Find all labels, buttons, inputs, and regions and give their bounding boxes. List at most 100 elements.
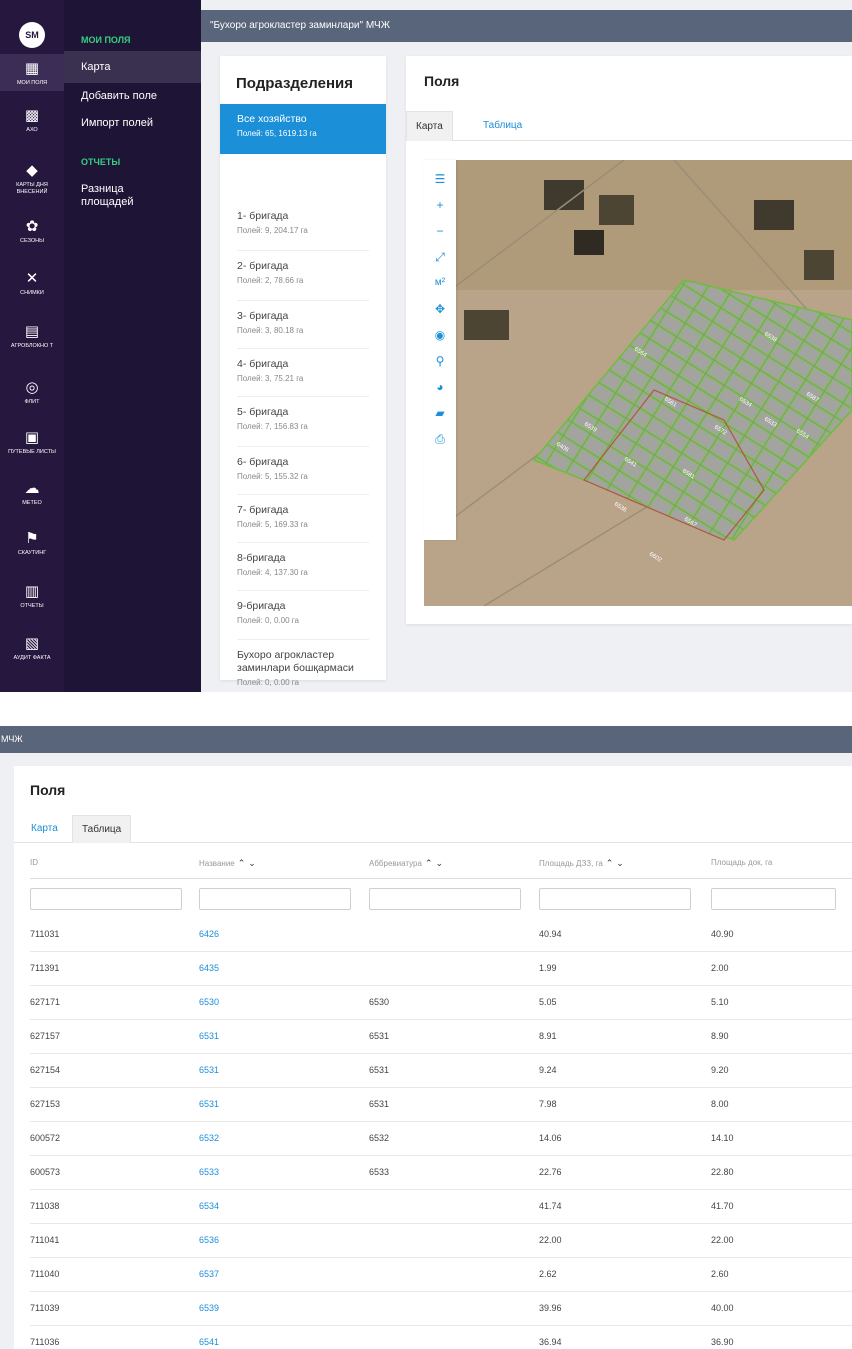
field-name-link[interactable]: 6532 bbox=[199, 1133, 219, 1143]
bottom-screenshot: МЧЖ Поля Карта Таблица ID Название ⌃⌄ Аббре… bbox=[0, 726, 852, 1349]
subdivision-item[interactable]: 5- бригада Полей: 7, 156.83 га bbox=[220, 400, 386, 431]
fullscreen-icon[interactable]: ⤢ bbox=[424, 246, 456, 268]
scouting-icon: ⚑ bbox=[25, 530, 39, 547]
rail-item-3[interactable]: ✿ СЕЗОНЫ bbox=[0, 212, 64, 249]
folder-icon[interactable]: ▰ bbox=[424, 402, 456, 424]
column-header[interactable]: Аббревиатура ⌃⌄ bbox=[369, 858, 446, 869]
nav-item-area-diff[interactable]: Разница площадей bbox=[81, 183, 151, 209]
subdivision-item[interactable]: 1- бригада Полей: 9, 204.17 га bbox=[220, 204, 386, 235]
field-name-link[interactable]: 6531 bbox=[199, 1031, 219, 1041]
subdivision-separator bbox=[237, 250, 369, 251]
table-cell: 40.94 bbox=[539, 929, 562, 939]
subdivision-item[interactable]: 7- бригада Полей: 5, 169.33 га bbox=[220, 498, 386, 529]
field-name-link[interactable]: 6531 bbox=[199, 1065, 219, 1075]
rail-item-label: СЕЗОНЫ bbox=[20, 238, 44, 244]
field-name-link[interactable]: 6531 bbox=[199, 1099, 219, 1109]
sort-arrows-icon[interactable]: ⌃⌄ bbox=[238, 858, 259, 868]
locate-icon[interactable]: ✥ bbox=[424, 298, 456, 320]
subdivision-item[interactable]: 2- бригада Полей: 2, 78.66 га bbox=[220, 254, 386, 285]
field-name-link[interactable]: 6435 bbox=[199, 963, 219, 973]
sort-arrows-icon[interactable]: ⌃⌄ bbox=[606, 858, 627, 868]
field-name-link[interactable]: 6539 bbox=[199, 1303, 219, 1313]
print-icon[interactable]: ⎙ bbox=[424, 428, 456, 450]
rail-item-9[interactable]: ⚑ СКАУТИНГ bbox=[0, 524, 64, 561]
table-panel-title: Поля bbox=[30, 782, 66, 798]
table-cell: 8.91 bbox=[539, 1031, 557, 1041]
rail-item-7[interactable]: ▣ ПУТЕВЫЕ ЛИСТЫ bbox=[0, 423, 64, 460]
search-icon[interactable]: ⚲ bbox=[424, 350, 456, 372]
rail-item-4[interactable]: ✕ СНИМКИ bbox=[0, 264, 64, 301]
subdivision-meta: Полей: 7, 156.83 га bbox=[237, 422, 308, 431]
subdivision-item[interactable]: Бухоро агрокластер заминлари бошқармаси П… bbox=[220, 643, 386, 687]
nav-item-map[interactable]: Карта bbox=[81, 61, 193, 74]
rail-item-1[interactable]: ▩ АХО bbox=[0, 101, 64, 138]
column-filter-input[interactable] bbox=[199, 888, 351, 910]
column-filter-input[interactable] bbox=[711, 888, 836, 910]
column-header: ID bbox=[30, 858, 38, 867]
table-row: 711039 6539 39.96 40.00 bbox=[30, 1292, 852, 1326]
globe-icon[interactable]: ◕ bbox=[424, 376, 456, 398]
subdivision-meta: Полей: 0, 0.00 га bbox=[237, 616, 299, 625]
area-icon[interactable]: м² bbox=[424, 272, 456, 294]
field-name-link[interactable]: 6533 bbox=[199, 1167, 219, 1177]
rail-item-11[interactable]: ▧ АУДИТ ФАКТА bbox=[0, 629, 64, 666]
list-icon[interactable]: ☰ bbox=[424, 168, 456, 190]
rail-item-10[interactable]: ▥ ОТЧЕТЫ bbox=[0, 577, 64, 614]
column-filter-input[interactable] bbox=[30, 888, 182, 910]
audit-icon: ▧ bbox=[24, 635, 40, 652]
tab-map[interactable]: Карта bbox=[406, 111, 453, 141]
nav-item-import-fields[interactable]: Импорт полей bbox=[81, 117, 193, 130]
tab-table-bottom[interactable]: Таблица bbox=[72, 815, 132, 843]
rail-item-2[interactable]: ◆ КАРТЫ ДНЯ ВНЕСЕНИЙ bbox=[0, 156, 64, 200]
nav-item-add-field[interactable]: Добавить поле bbox=[81, 90, 193, 103]
table-cell: 40.00 bbox=[711, 1303, 734, 1313]
farm-title: "Бухоро агрокластер заминлари" МЧЖ bbox=[210, 20, 390, 31]
table-cell: 8.00 bbox=[711, 1099, 729, 1109]
field-name-link[interactable]: 6534 bbox=[199, 1201, 219, 1211]
subdivision-item[interactable]: 9-бригада Полей: 0, 0.00 га bbox=[220, 594, 386, 625]
field-name-link[interactable]: 6530 bbox=[199, 997, 219, 1007]
column-header[interactable]: Площадь ДЗЗ, га ⌃⌄ bbox=[539, 858, 627, 869]
sprout-icon: ✿ bbox=[25, 218, 39, 235]
field-name-link[interactable]: 6541 bbox=[199, 1337, 219, 1347]
subdivision-name: 9-бригада bbox=[237, 600, 286, 612]
rail-item-5[interactable]: ▤ АГРОБЛОКНО Т bbox=[0, 317, 64, 354]
rail-item-6[interactable]: ◎ ФЛИТ bbox=[0, 373, 64, 410]
tab-map-bottom[interactable]: Карта bbox=[22, 815, 67, 843]
table-row: 627171 6530 6530 5.05 5.10 bbox=[30, 986, 852, 1020]
satellite-map[interactable]: 6564653865876561 653465336572 655465396406… bbox=[424, 160, 852, 606]
subdivision-meta: Полей: 0, 0.00 га bbox=[237, 678, 299, 687]
column-filter-input[interactable] bbox=[369, 888, 521, 910]
eye-icon[interactable]: ◉ bbox=[424, 324, 456, 346]
rail-item-label: МЕТЕО bbox=[22, 500, 42, 506]
column-header-label: Название bbox=[199, 859, 235, 868]
subdivision-item[interactable]: 3- бригада Полей: 3, 80.18 га bbox=[220, 304, 386, 335]
field-name-link[interactable]: 6426 bbox=[199, 929, 219, 939]
zoom-in-icon[interactable]: + bbox=[424, 194, 456, 216]
subdivision-item[interactable]: 4- бригада Полей: 3, 75.21 га bbox=[220, 352, 386, 383]
tab-table[interactable]: Таблица bbox=[474, 111, 531, 141]
fields-title: Поля bbox=[424, 73, 460, 89]
table-cell: 6533 bbox=[369, 1167, 390, 1177]
table-row: 600573 6533 6533 22.76 22.80 bbox=[30, 1156, 852, 1190]
app-logo[interactable]: SM bbox=[19, 22, 45, 48]
rail-item-0[interactable]: ▦ МОИ ПОЛЯ bbox=[0, 54, 64, 91]
rail-item-label: СНИМКИ bbox=[20, 290, 44, 296]
sort-arrows-icon[interactable]: ⌃⌄ bbox=[425, 858, 446, 868]
table-tabs: Карта Таблица bbox=[14, 815, 852, 843]
table-row: 711031 6426 40.94 40.90 bbox=[30, 918, 852, 952]
field-name-link[interactable]: 6536 bbox=[199, 1235, 219, 1245]
subdivision-item[interactable]: Все хозяйство Полей: 65, 1619.13 га bbox=[220, 104, 386, 154]
table-cell: 600573 bbox=[30, 1167, 61, 1177]
subdivision-item[interactable]: 8-бригада Полей: 4, 137.30 га bbox=[220, 546, 386, 577]
column-header[interactable]: Название ⌃⌄ bbox=[199, 858, 259, 869]
satellite-icon: ✕ bbox=[25, 270, 39, 287]
table-cell: 22.76 bbox=[539, 1167, 562, 1177]
subdivision-meta: Полей: 5, 169.33 га bbox=[237, 520, 308, 529]
column-filter-input[interactable] bbox=[539, 888, 691, 910]
table-cell: 627171 bbox=[30, 997, 61, 1007]
subdivision-item[interactable]: 6- бригада Полей: 5, 155.32 га bbox=[220, 450, 386, 481]
rail-item-8[interactable]: ☁ МЕТЕО bbox=[0, 474, 64, 511]
zoom-out-icon[interactable]: − bbox=[424, 220, 456, 242]
field-name-link[interactable]: 6537 bbox=[199, 1269, 219, 1279]
